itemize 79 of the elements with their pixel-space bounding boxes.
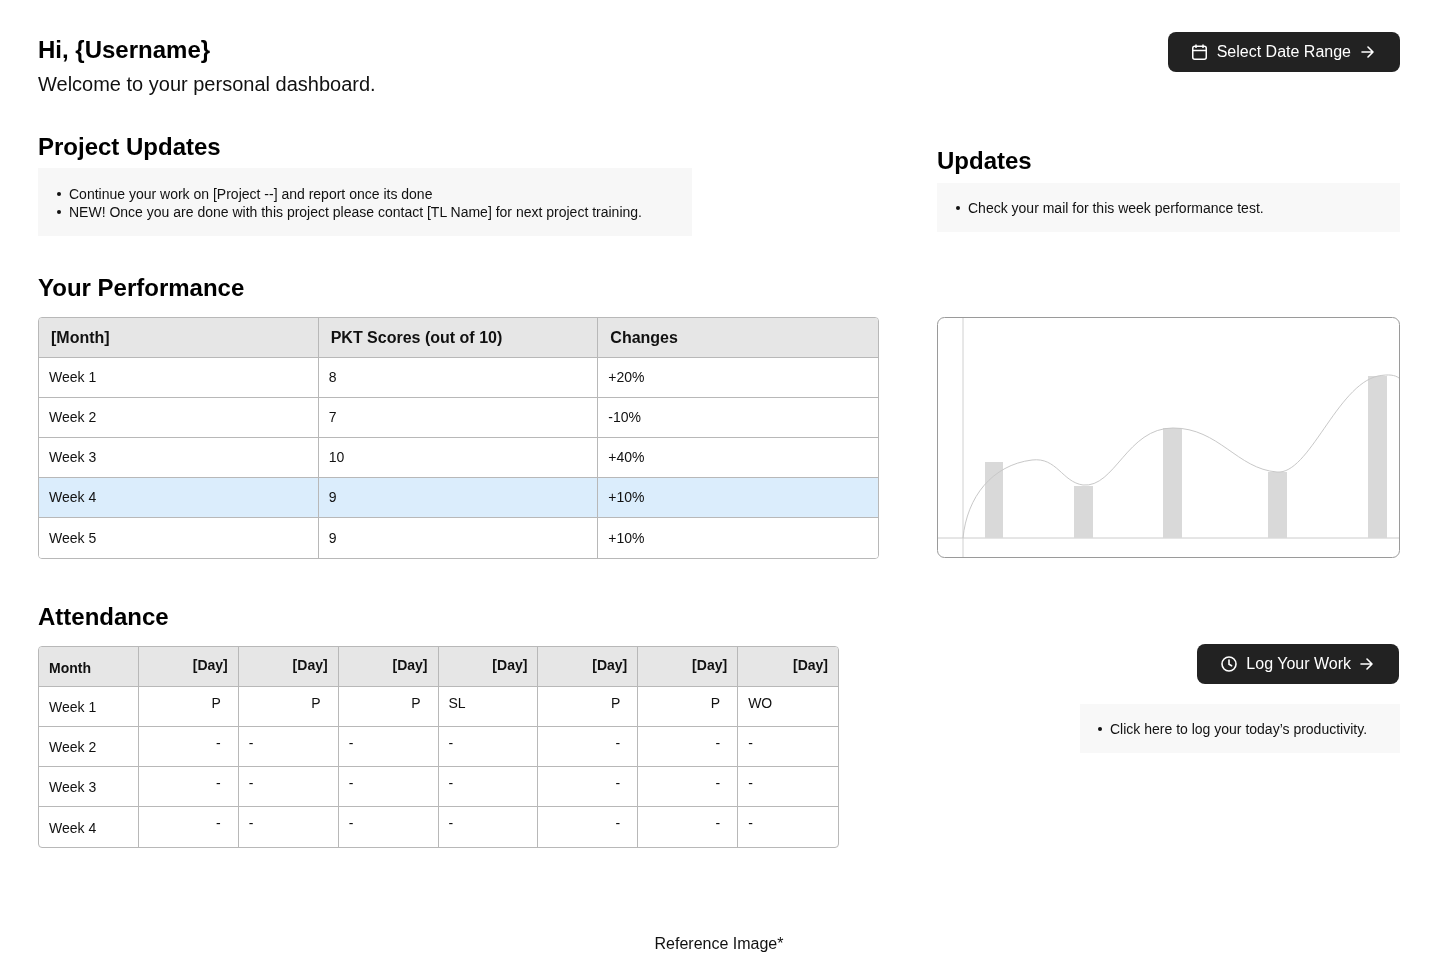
update-text: NEW! Once you are done with this project please contact [TL Name] for next project training. [69,203,642,221]
table-cell-text: - [747,734,754,753]
table-cell: Week 1 [39,687,139,726]
table-cell: - [238,727,339,766]
table-cell-text: - [747,814,754,833]
table-cell: 9 [318,478,599,517]
update-text: Click here to log your today’s productivity. [1110,720,1368,738]
table-cell-text: +20% [607,368,646,387]
table-cell: - [338,767,439,806]
table-cell: 7 [318,398,599,437]
table-cell-text: - [747,774,754,793]
table-cell: Week 2 [39,398,319,437]
update-text: Check your mail for this week performance test. [968,199,1264,217]
table-cell: - [638,807,739,847]
table-cell-text: +10% [607,488,646,507]
column-header: [Day] [438,647,539,686]
table-cell-text: WO [747,694,774,713]
column-header: [Day] [538,647,639,686]
table-cell-text: +10% [607,528,646,548]
column-header: PKT Scores (out of 10) [318,318,599,357]
table-cell: P [338,687,439,726]
select-date-range-button[interactable]: Select Date Range [1167,32,1400,72]
column-header: [Day] [638,647,739,686]
column-header: [Month] [39,318,319,357]
table-cell-text: -10% [607,408,643,427]
table-cell: 8 [318,358,599,397]
table-cell: Week 5 [39,518,319,558]
update-text: Continue your work on [Project --] and report once its done [69,185,433,203]
column-header: [Day] [792,656,829,675]
table-cell: P [638,687,739,726]
column-header: [Day] [138,647,239,686]
bullet-icon [57,192,61,196]
table-cell: Week 1 [39,358,319,397]
column-header: Changes [609,327,679,348]
table-cell: - [238,807,339,847]
table-cell: P [538,687,639,726]
section-heading: Updates [937,146,1033,176]
table-cell: SL [438,687,539,726]
column-header: [Day] [238,647,339,686]
log-your-work-button[interactable]: Log Your Work [1197,644,1399,684]
table-cell: - [238,767,339,806]
section-heading: Your Performance [38,273,246,303]
table-cell: Week 4 [39,807,139,847]
table-cell: - [638,767,739,806]
greeting-title: Hi, {Username} [38,35,212,65]
table-cell: - [638,727,739,766]
table-cell: Week 4 [39,478,319,517]
table-cell: P [138,687,239,726]
arrow-right-icon [1361,46,1374,58]
arrow-right-icon [1360,658,1373,670]
table-cell: - [138,727,239,766]
table-cell: - [338,807,439,847]
table-cell: - [138,807,239,847]
table-cell: - [538,727,639,766]
table-cell: P [238,687,339,726]
bullet-icon [1098,727,1102,731]
column-header: [Day] [338,647,439,686]
table-cell: Week 3 [39,438,319,477]
table-cell: 9 [318,518,599,558]
table-cell: - [438,727,539,766]
section-heading: Project Updates [38,132,222,162]
table-cell: Week 2 [39,727,139,766]
calendar-icon [1191,44,1207,60]
table-cell: 10 [318,438,599,477]
table-cell-text: +40% [607,448,646,467]
section-heading: Attendance [38,602,170,632]
table-cell: - [538,767,639,806]
table-cell: Week 3 [39,767,139,806]
clock-icon [1221,656,1238,672]
reference-note: Reference Image* [654,934,784,954]
table-cell: - [438,767,539,806]
bullet-icon [956,206,960,210]
column-header: Month [39,647,139,686]
table-cell: - [438,807,539,847]
table-cell: - [138,767,239,806]
table-cell: - [338,727,439,766]
welcome-text: Welcome to your personal dashboard. [38,72,376,97]
bullet-icon [57,210,61,214]
table-cell: - [538,807,639,847]
